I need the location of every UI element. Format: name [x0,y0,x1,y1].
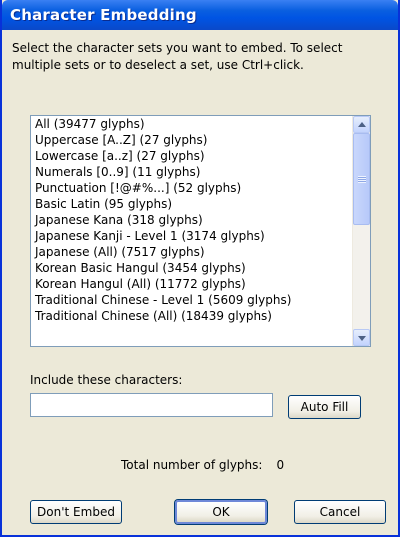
listbox-scrollbar[interactable] [352,116,370,346]
charset-list-item[interactable]: Traditional Chinese (All) (18439 glyphs) [32,308,352,324]
include-characters-label: Include these characters: [30,373,183,387]
total-glyphs-label: Total number of glyphs: [121,458,263,472]
charset-list-item[interactable]: Punctuation [!@#%...] (52 glyphs) [32,180,352,196]
auto-fill-button[interactable]: Auto Fill [288,395,361,419]
grip-icon [358,176,366,183]
ok-button[interactable]: OK [175,500,267,524]
scroll-up-arrow-icon[interactable] [353,116,370,133]
scroll-thumb[interactable] [353,133,370,225]
character-set-listbox[interactable]: All (39477 glyphs) Uppercase [A..Z] (27 g… [30,115,371,347]
instructions-text: Select the character sets you want to em… [12,41,343,72]
title-bar[interactable]: Character Embedding [2,0,398,30]
scroll-down-arrow-icon[interactable] [353,329,370,346]
charset-list-item[interactable]: Japanese Kanji - Level 1 (3174 glyphs) [32,228,352,244]
charset-list-item[interactable]: Korean Basic Hangul (3454 glyphs) [32,260,352,276]
total-glyphs: Total number of glyphs: 0 [121,458,284,472]
character-set-list: All (39477 glyphs) Uppercase [A..Z] (27 g… [32,116,352,346]
charset-list-item[interactable]: Numerals [0..9] (11 glyphs) [32,164,352,180]
include-characters-input[interactable] [30,393,273,417]
cancel-button[interactable]: Cancel [294,500,386,524]
charset-list-item[interactable]: All (39477 glyphs) [32,116,352,132]
total-glyphs-count: 0 [276,458,285,472]
charset-list-item[interactable]: Japanese Kana (318 glyphs) [32,212,352,228]
charset-list-item[interactable]: Japanese (All) (7517 glyphs) [32,244,352,260]
charset-list-item[interactable]: Traditional Chinese - Level 1 (5609 glyp… [32,292,352,308]
charset-list-item[interactable]: Basic Latin (95 glyphs) [32,196,352,212]
dont-embed-button[interactable]: Don't Embed [30,500,122,524]
charset-list-item[interactable]: Uppercase [A..Z] (27 glyphs) [32,132,352,148]
character-embedding-dialog: Character Embedding Select the character… [0,0,400,537]
charset-list-item[interactable]: Lowercase [a..z] (27 glyphs) [32,148,352,164]
dialog-title: Character Embedding [10,6,197,24]
charset-list-item[interactable]: Korean Hangul (All) (11772 glyphs) [32,276,352,292]
